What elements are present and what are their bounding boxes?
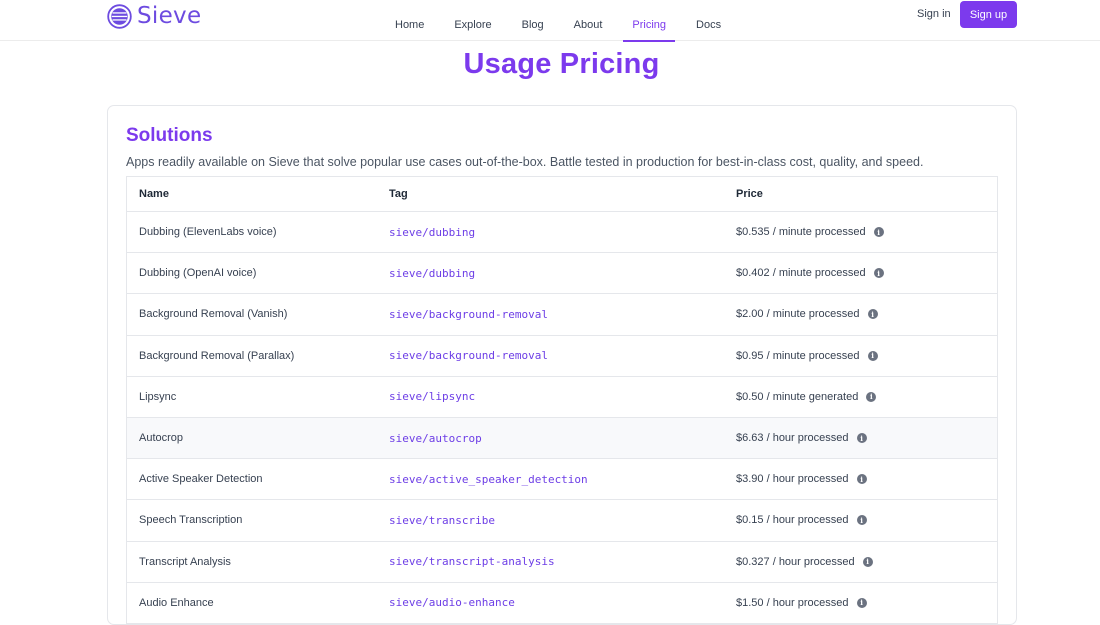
row-tag-link[interactable]: sieve/audio-enhance — [389, 596, 736, 609]
sign-in-link[interactable]: Sign in — [917, 8, 951, 20]
row-price: $0.95 / minute processed i — [736, 350, 878, 362]
info-icon[interactable]: i — [856, 433, 867, 444]
row-name: Active Speaker Detection — [139, 473, 263, 486]
row-name: Transcript Analysis — [139, 555, 231, 568]
page-title: Usage Pricing — [463, 48, 660, 80]
table-row: Transcript Analysis sieve/transcript-anal… — [127, 542, 997, 583]
sieve-logo[interactable]: Sieve — [107, 3, 201, 29]
table-row: Dubbing (ElevenLabs voice) sieve/dubbing $… — [127, 212, 997, 254]
row-tag-link[interactable]: sieve/dubbing — [389, 267, 736, 280]
sign-up-button[interactable]: Sign up — [960, 1, 1017, 28]
info-icon[interactable]: i — [873, 268, 884, 279]
nav-about[interactable]: About — [559, 0, 618, 41]
row-name: Dubbing (OpenAI voice) — [139, 267, 257, 280]
row-price: $3.90 / hour processed i — [736, 473, 867, 485]
row-price: $0.15 / hour processed i — [736, 514, 867, 526]
row-tag-link[interactable]: sieve/transcript-analysis — [389, 555, 736, 568]
row-price: $0.50 / minute generated i — [736, 390, 877, 403]
row-name: Background Removal (Parallax) — [139, 349, 295, 362]
main-nav: Home Explore Blog About Pricing Docs — [380, 0, 736, 42]
info-icon[interactable]: i — [867, 309, 878, 320]
row-name: Dubbing (ElevenLabs voice) — [139, 226, 277, 239]
table-row: Background Removal (Vanish) sieve/backgro… — [127, 294, 997, 336]
nav-home[interactable]: Home — [380, 0, 439, 41]
section-title: Solutions — [126, 125, 213, 146]
table-header-row: Name Tag Price — [127, 177, 997, 212]
info-icon[interactable]: i — [856, 597, 867, 608]
row-tag-link[interactable]: sieve/dubbing — [389, 226, 736, 239]
row-price-text: $0.50 / minute generated — [736, 390, 859, 403]
table-row: Background Removal (Parallax) sieve/backg… — [127, 336, 997, 377]
info-icon[interactable]: i — [862, 556, 873, 567]
table-row: Active Speaker Detection sieve/active_spe… — [127, 459, 997, 501]
pricing-table: Name Tag Price Dubbing (ElevenLabs voice… — [126, 176, 998, 624]
nav-docs[interactable]: Docs — [681, 0, 736, 41]
info-icon[interactable]: i — [856, 474, 867, 485]
row-name: Lipsync — [139, 390, 177, 403]
row-name: Audio Enhance — [139, 596, 214, 609]
info-icon[interactable]: i — [866, 391, 877, 402]
row-price: $6.63 / hour processed i — [736, 432, 867, 444]
row-tag-link[interactable]: sieve/autocrop — [389, 432, 736, 445]
column-header-price: Price — [736, 188, 763, 200]
row-price: $0.535 / minute processed i — [736, 226, 884, 238]
row-tag-link[interactable]: sieve/background-removal — [389, 349, 736, 362]
nav-blog[interactable]: Blog — [507, 0, 559, 41]
top-navbar: Sieve Home Explore Blog About Pricing Do… — [0, 0, 1100, 42]
table-row: Lipsync sieve/lipsync $0.50 / minute gener… — [127, 377, 997, 418]
sieve-logo-icon — [107, 3, 132, 29]
row-price-text: $0.15 / hour processed — [736, 514, 849, 527]
column-header-name: Name — [139, 188, 169, 200]
brand-name: Sieve — [137, 3, 202, 29]
row-price: $0.327 / hour processed i — [736, 556, 873, 568]
row-tag-link[interactable]: sieve/lipsync — [389, 390, 736, 403]
row-price: $2.00 / minute processed i — [736, 308, 878, 320]
info-icon[interactable]: i — [856, 515, 867, 526]
row-price-text: $3.90 / hour processed — [736, 473, 849, 486]
nav-explore[interactable]: Explore — [439, 0, 506, 41]
row-name: Speech Transcription — [139, 514, 243, 527]
row-price-text: $6.63 / hour processed — [736, 432, 849, 445]
column-header-tag: Tag — [389, 188, 408, 200]
row-tag-link[interactable]: sieve/active_speaker_detection — [389, 473, 736, 486]
row-price-text: $2.00 / minute processed — [736, 308, 860, 321]
solutions-card: Solutions Apps readily available on Siev… — [107, 105, 1017, 625]
info-icon[interactable]: i — [873, 227, 884, 238]
table-row: Autocrop sieve/autocrop $6.63 / hour proce… — [127, 417, 997, 460]
row-price: $1.50 / hour processed i — [736, 597, 867, 609]
section-description: Apps readily available on Sieve that sol… — [126, 155, 924, 169]
row-price: $0.402 / minute processed i — [736, 267, 884, 279]
row-tag-link[interactable]: sieve/background-removal — [389, 308, 736, 321]
info-icon[interactable]: i — [867, 350, 878, 361]
table-row: Audio Enhance sieve/audio-enhance $1.50 / … — [127, 583, 997, 624]
row-price-text: $0.535 / minute processed — [736, 226, 866, 239]
row-price-text: $0.402 / minute processed — [736, 267, 866, 280]
row-price-text: $0.95 / minute processed — [736, 349, 860, 362]
row-name: Background Removal (Vanish) — [139, 308, 288, 321]
nav-pricing[interactable]: Pricing — [617, 0, 681, 42]
row-price-text: $1.50 / hour processed — [736, 596, 849, 609]
row-name: Autocrop — [139, 432, 184, 445]
row-tag-link[interactable]: sieve/transcribe — [389, 514, 736, 527]
table-row: Speech Transcription sieve/transcribe $0.1… — [127, 500, 997, 542]
table-row: Dubbing (OpenAI voice) sieve/dubbing $0.40… — [127, 253, 997, 295]
row-price-text: $0.327 / hour processed — [736, 555, 855, 568]
